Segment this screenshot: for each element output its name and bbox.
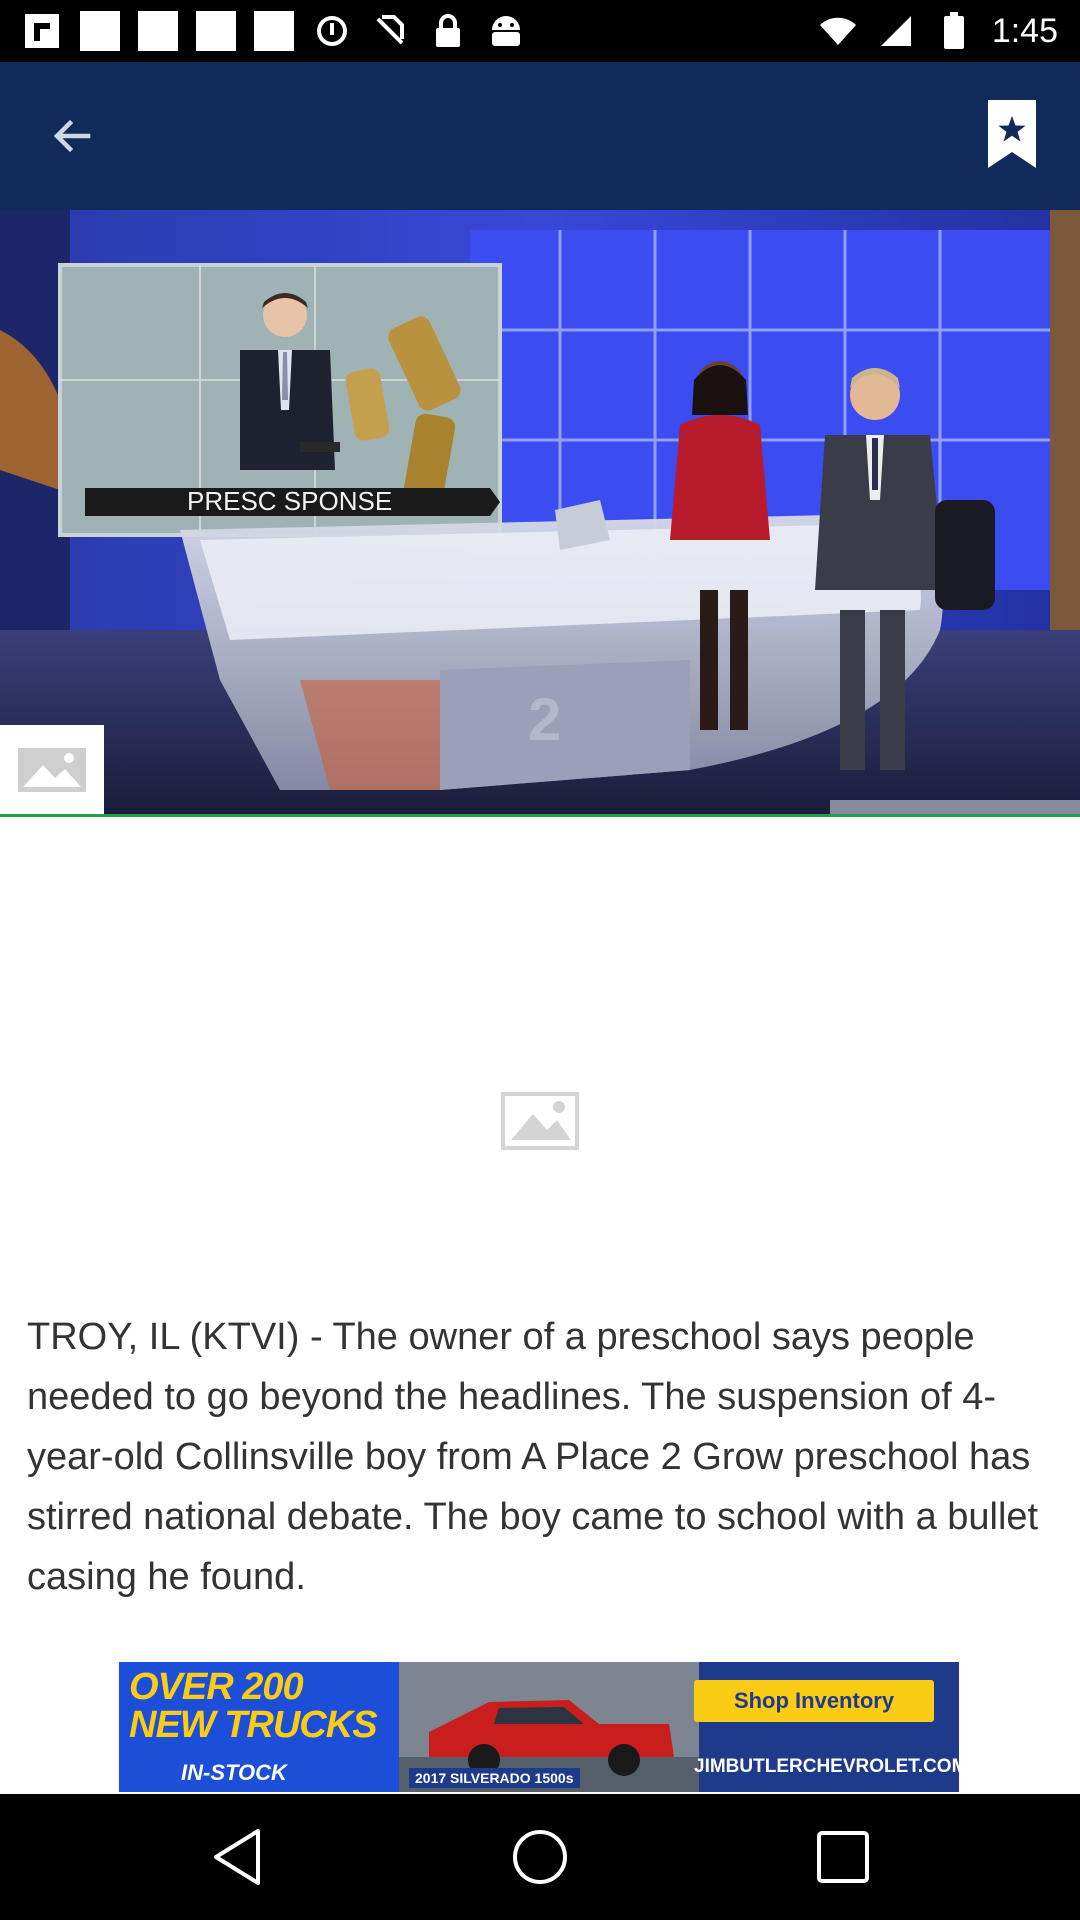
status-left bbox=[22, 10, 526, 52]
ad-model: 2017 SILVERADO 1500s bbox=[409, 1768, 580, 1788]
lock-icon bbox=[428, 11, 468, 51]
arrow-left-icon bbox=[53, 119, 91, 153]
signal-icon bbox=[876, 11, 916, 51]
status-bar: 1:45 bbox=[0, 0, 1080, 62]
nav-back-icon bbox=[214, 1829, 260, 1885]
notification-square-icon bbox=[80, 11, 120, 51]
shop-inventory-button[interactable]: Shop Inventory bbox=[694, 1680, 934, 1722]
back-button[interactable] bbox=[36, 100, 108, 172]
notification-square-icon bbox=[196, 11, 236, 51]
flipboard-icon bbox=[22, 11, 62, 51]
ad-headline-panel: OVER 200 NEW TRUCKS IN-STOCK bbox=[119, 1662, 399, 1792]
nav-home-icon bbox=[513, 1830, 567, 1884]
app-bar bbox=[0, 62, 1080, 210]
android-icon bbox=[486, 11, 526, 51]
wifi-icon bbox=[818, 11, 858, 51]
ad-headline: OVER 200 NEW TRUCKS bbox=[129, 1666, 378, 1746]
hero-image[interactable]: PRESC SPONSE 2 bbox=[0, 210, 1080, 815]
nav-recents-icon bbox=[817, 1831, 869, 1883]
image-placeholder bbox=[501, 1092, 579, 1150]
bookmark-button[interactable] bbox=[986, 98, 1038, 170]
battery-icon bbox=[934, 11, 974, 51]
lower-third-text: PRESC SPONSE bbox=[187, 486, 392, 516]
notification-square-icon bbox=[254, 11, 294, 51]
image-icon bbox=[16, 746, 88, 794]
navigation-bar bbox=[0, 1794, 1080, 1920]
nav-back-button[interactable] bbox=[204, 1824, 270, 1890]
gallery-button[interactable] bbox=[0, 725, 104, 815]
image-placeholder-icon bbox=[501, 1092, 579, 1150]
ad-headline-line1: OVER 200 bbox=[129, 1666, 304, 1708]
notification-square-icon bbox=[138, 11, 178, 51]
nav-recents-button[interactable] bbox=[810, 1824, 876, 1890]
status-right: 1:45 bbox=[818, 8, 1058, 54]
ad-url: JIMBUTLERCHEVROLET.COM bbox=[694, 1756, 959, 1777]
hero-divider bbox=[0, 814, 1080, 817]
ad-banner[interactable]: OVER 200 NEW TRUCKS IN-STOCK 2017 SILVER… bbox=[119, 1662, 959, 1792]
svg-text:2: 2 bbox=[528, 686, 561, 753]
ad-instock: IN-STOCK bbox=[181, 1760, 287, 1785]
news-studio-illustration: PRESC SPONSE 2 bbox=[0, 210, 1080, 815]
article-body: TROY, IL (KTVI) - The owner of a prescho… bbox=[27, 1316, 1039, 1598]
bookmark-star-icon bbox=[988, 100, 1036, 168]
no-sim-icon bbox=[370, 11, 410, 51]
data-saver-icon bbox=[312, 11, 352, 51]
nav-home-button[interactable] bbox=[507, 1824, 573, 1890]
status-time: 1:45 bbox=[991, 11, 1058, 50]
ad-headline-line2: NEW TRUCKS bbox=[129, 1704, 378, 1746]
